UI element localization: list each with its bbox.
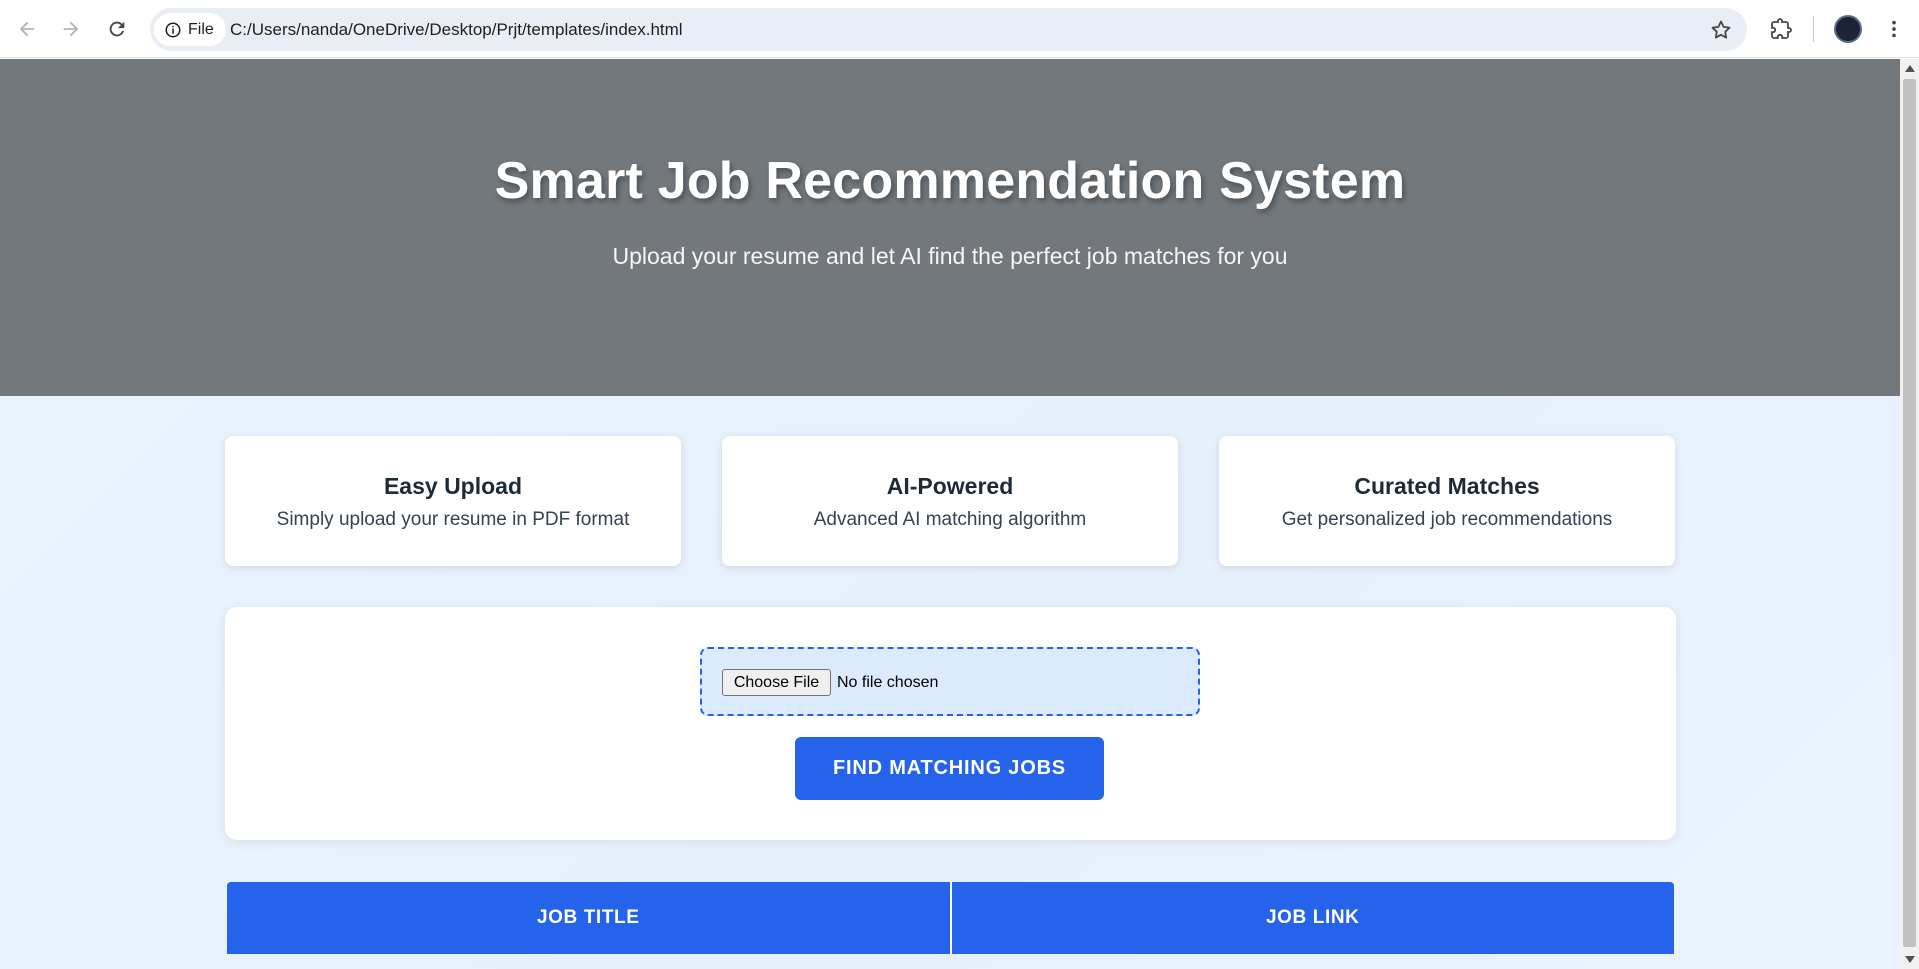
info-icon (165, 22, 181, 37)
page-title: Smart Job Recommendation System (494, 152, 1406, 210)
forward-button[interactable] (52, 10, 90, 48)
column-job-title: JOB TITLE (536, 907, 640, 928)
url-text[interactable]: C:/Users/nanda/OneDrive/Desktop/Prjt/tem… (230, 8, 683, 51)
feature-card-ai-powered: AI-Powered Advanced AI matching algorith… (722, 436, 1178, 566)
back-button[interactable] (8, 10, 46, 48)
hero-banner: Smart Job Recommendation System Upload y… (0, 59, 1900, 396)
feature-card-easy-upload: Easy Upload Simply upload your resume in… (225, 436, 681, 566)
profile-avatar[interactable] (1834, 15, 1862, 43)
scroll-up-arrow-icon[interactable] (1905, 65, 1915, 72)
results-table-header: JOB TITLE JOB LINK (227, 882, 1674, 954)
toolbar-divider (1813, 16, 1814, 42)
forward-arrow-icon (63, 21, 79, 37)
address-bar[interactable]: File C:/Users/nanda/OneDrive/Desktop/Prj… (150, 8, 1747, 51)
extensions-icon (1771, 18, 1792, 39)
site-info-chip[interactable]: File (154, 13, 226, 46)
feature-card-curated-matches: Curated Matches Get personalized job rec… (1219, 436, 1675, 566)
reload-button[interactable] (98, 10, 136, 48)
feature-description: Simply upload your resume in PDF format (276, 509, 630, 530)
choose-file-button[interactable]: Choose File (722, 669, 831, 696)
feature-title: AI-Powered (886, 473, 1014, 499)
more-vert-icon (1892, 20, 1896, 38)
feature-title: Curated Matches (1354, 473, 1540, 499)
upload-panel: Choose File No file chosen FIND MATCHING… (225, 607, 1676, 840)
file-status: No file chosen (837, 674, 939, 691)
page-viewport: Smart Job Recommendation System Upload y… (0, 59, 1900, 969)
site-info-label: File (188, 20, 214, 38)
find-matching-jobs-button[interactable]: FIND MATCHING JOBS (795, 737, 1104, 800)
feature-title: Easy Upload (383, 473, 523, 499)
star-icon[interactable] (1709, 18, 1733, 42)
scroll-down-arrow-icon[interactable] (1905, 956, 1915, 963)
feature-description: Advanced AI matching algorithm (813, 509, 1087, 530)
page-subtitle: Upload your resume and let AI find the p… (612, 243, 1288, 269)
extensions-button[interactable] (1766, 14, 1796, 44)
scrollbar-thumb[interactable] (1903, 79, 1916, 947)
file-dropzone[interactable]: Choose File No file chosen (700, 647, 1200, 716)
vertical-scrollbar[interactable] (1900, 59, 1919, 969)
column-job-link: JOB LINK (949, 882, 1675, 954)
back-arrow-icon (19, 21, 35, 37)
reload-icon (109, 21, 125, 37)
menu-button[interactable] (1879, 14, 1909, 44)
feature-description: Get personalized job recommendations (1281, 509, 1613, 530)
browser-toolbar: File C:/Users/nanda/OneDrive/Desktop/Prj… (0, 0, 1919, 58)
